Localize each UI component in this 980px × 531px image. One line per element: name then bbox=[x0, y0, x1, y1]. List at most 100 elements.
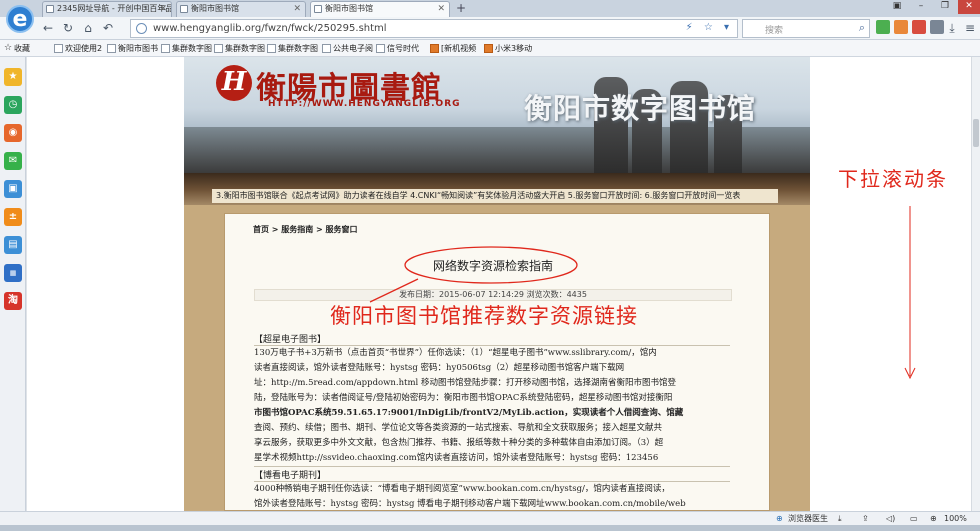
close-tab-icon[interactable]: ✕ bbox=[293, 2, 301, 16]
restore-button[interactable]: ❐ bbox=[934, 0, 956, 14]
new-tab-button[interactable]: + bbox=[452, 2, 470, 16]
taskbar bbox=[0, 525, 980, 531]
breadcrumb[interactable]: 首页 > 服务指南 > 服务窗口 bbox=[253, 224, 358, 235]
calculator-icon[interactable]: ± bbox=[4, 208, 22, 226]
browser-doctor-icon[interactable]: ⊕ bbox=[776, 513, 783, 525]
bookmark-icon bbox=[267, 44, 276, 53]
scrollbar-thumb[interactable] bbox=[973, 119, 979, 147]
page-favicon-icon bbox=[180, 5, 188, 13]
news-ticker[interactable]: 3.衡阳市图书馆联合《起点考试网》助力读者在线自学 4.CNKI“畅知阅读”有奖… bbox=[212, 189, 778, 203]
tab-title: 衡阳市图书馆 bbox=[191, 4, 239, 13]
bookmark-icon bbox=[107, 44, 116, 53]
bookmark-icon bbox=[54, 44, 63, 53]
bookmark-item[interactable]: 小米3移动 bbox=[484, 42, 532, 55]
annotation-scroll: 下拉滚动条 bbox=[838, 167, 948, 191]
screen-icon[interactable]: ▣ bbox=[4, 180, 22, 198]
close-window-button[interactable]: ✕ bbox=[958, 0, 980, 14]
minimize-button[interactable]: – bbox=[910, 0, 932, 14]
bookmark-item[interactable]: 集群数字图 bbox=[214, 42, 265, 55]
site-logo-icon[interactable]: H bbox=[216, 65, 252, 101]
vertical-scrollbar[interactable] bbox=[971, 57, 980, 511]
body-text-line: 查阅、预约、续借；图书、期刊、学位论文等各类资源的一站式搜索、导航和全文获取服务… bbox=[254, 423, 663, 433]
bookmark-item[interactable]: 欢迎使用2 bbox=[54, 42, 102, 55]
settings-icon[interactable]: ≡ bbox=[962, 20, 978, 36]
search-icon[interactable]: ⌕ bbox=[859, 21, 865, 35]
bookmark-icon bbox=[376, 44, 385, 53]
site-logo-url: HTTP://WWW.HENGYANGLIB.ORG bbox=[268, 99, 461, 109]
article-title: 网络数字资源检索指南 bbox=[432, 259, 553, 273]
volume-icon[interactable]: ◁) bbox=[886, 513, 895, 525]
video-icon bbox=[430, 44, 439, 53]
weather-icon[interactable] bbox=[894, 20, 908, 34]
history-clock-icon[interactable]: ◷ bbox=[4, 96, 22, 114]
zoom-icon[interactable]: ⊕ bbox=[930, 513, 937, 525]
address-bar[interactable]: www.hengyanglib.org/fwzn/fwck/250295.sht… bbox=[130, 19, 738, 38]
section-heading: 【超星电子图书】 bbox=[254, 335, 327, 345]
body-text-line: 4000种畅销电子期刊任你选读：“博看电子期刊阅览室”www.bookan.co… bbox=[254, 484, 670, 494]
navigation-bar: ← ↻ ⌂ ↶ www.hengyanglib.org/fwzn/fwck/25… bbox=[0, 17, 980, 40]
bookmark-item[interactable]: [新机视频 bbox=[430, 42, 476, 55]
tab-title: 2345网址导航 - 开创中国百年品 bbox=[57, 4, 172, 13]
body-text-line: 址：http://m.5read.com/appdown.html 移动图书馆登… bbox=[254, 378, 676, 388]
browser-doctor-label[interactable]: 浏览器医生 bbox=[788, 513, 828, 525]
back-icon[interactable]: ← bbox=[40, 20, 56, 36]
bookmark-icon bbox=[214, 44, 223, 53]
page-favicon-icon bbox=[314, 5, 322, 13]
bookmark-favorites[interactable]: ☆ 收藏 bbox=[4, 42, 30, 55]
page-favicon-icon bbox=[46, 5, 54, 13]
undo-icon[interactable]: ↶ bbox=[100, 20, 116, 36]
search-placeholder: 搜索 bbox=[765, 26, 784, 36]
tab-2345[interactable]: 2345网址导航 - 开创中国百年品 ✕ bbox=[42, 1, 172, 17]
mi-icon bbox=[484, 44, 493, 53]
browser-logo-icon[interactable]: e bbox=[6, 5, 34, 33]
body-text-line: 星学术视频http://ssvideo.chaoxing.com馆内读者直接访问… bbox=[254, 453, 659, 463]
window-icon[interactable]: ▭ bbox=[910, 513, 918, 525]
bookmark-item[interactable]: 公共电子阅 bbox=[322, 42, 373, 55]
close-tab-icon[interactable]: ✕ bbox=[437, 2, 445, 16]
site-banner: H 衡陽市圖書館 HTTP://WWW.HENGYANGLIB.ORG 衡阳市数… bbox=[184, 57, 810, 173]
tab-title: 衡阳市图书馆 bbox=[325, 4, 373, 13]
download-status-icon[interactable]: ⤓ bbox=[838, 513, 842, 525]
address-actions-icon[interactable]: ⚡ ☆ ▾ bbox=[686, 22, 733, 33]
section-heading: 【博看电子期刊】 bbox=[254, 471, 327, 481]
skin-icon[interactable]: ▣ bbox=[886, 0, 908, 14]
desktop-shortcut-icon[interactable]: ▦ bbox=[4, 264, 22, 282]
body-text-line: 陆，登陆账号为：读者借阅证号/登陆初始密码为：衡阳市图书馆OPAC系统登陆密码，… bbox=[254, 393, 673, 403]
download-icon[interactable]: ⤓ bbox=[944, 20, 960, 36]
taobao-icon[interactable]: 淘 bbox=[4, 292, 22, 310]
banner-title: 衡阳市数字图书馆 bbox=[524, 92, 757, 125]
favorites-star-icon[interactable]: ★ bbox=[4, 68, 22, 86]
library-site: H 衡陽市圖書館 HTTP://WWW.HENGYANGLIB.ORG 衡阳市数… bbox=[184, 57, 810, 511]
search-box[interactable]: 搜索 ⌕ bbox=[742, 19, 870, 38]
left-sidebar: ★ ◷ ◉ ✉ ▣ ± ▤ ▦ 淘 bbox=[0, 57, 26, 511]
bookmark-icon bbox=[322, 44, 331, 53]
body-text-line: 读者直接阅读，馆外读者登陆账号：hystsg 密码：hy0506tsg（2）超星… bbox=[254, 363, 625, 373]
divider bbox=[254, 466, 730, 467]
body-text-line: 市图书馆OPAC系统59.51.65.17:9001/InDigLib/fron… bbox=[254, 408, 684, 418]
bookmark-item[interactable]: 集群数字图 bbox=[267, 42, 318, 55]
notes-icon[interactable]: ▤ bbox=[4, 236, 22, 254]
tab-bar: 2345网址导航 - 开创中国百年品 ✕ 衡阳市图书馆 ✕ 衡阳市图书馆 ✕ +… bbox=[0, 0, 980, 17]
bookmark-item[interactable]: 衡阳市图书 bbox=[107, 42, 158, 55]
bookmark-item[interactable]: 信号时代 bbox=[376, 42, 419, 55]
weibo-icon[interactable]: ◉ bbox=[4, 124, 22, 142]
globe-icon bbox=[136, 23, 147, 34]
close-tab-icon[interactable]: ✕ bbox=[159, 2, 167, 16]
body-text-line: 享云服务，获取更多中外文文献，包含热门推荐、书籍、报纸等数十种分类的多种载体自由… bbox=[254, 438, 664, 448]
zoom-level[interactable]: 100% bbox=[944, 513, 967, 525]
body-text-line: 130万电子书+3万新书（点击首页“书世界”）任你选读：（1）“超星电子图书”w… bbox=[254, 348, 657, 358]
share-icon[interactable]: ⇪ bbox=[862, 513, 869, 525]
app-icon[interactable] bbox=[876, 20, 890, 34]
tab-library-2[interactable]: 衡阳市图书馆 ✕ bbox=[310, 1, 450, 17]
menu-icon[interactable] bbox=[930, 20, 944, 34]
body-text-line: 馆外读者登陆账号：hystsg 密码：hystsg 博看电子期刊移动客户端下载网… bbox=[254, 499, 686, 509]
bookmark-bar: ☆ 收藏 欢迎使用2 衡阳市图书 集群数字图 集群数字图 集群数字图 公共电子阅 … bbox=[0, 40, 980, 57]
home-icon[interactable]: ⌂ bbox=[80, 20, 96, 36]
tab-library-1[interactable]: 衡阳市图书馆 ✕ bbox=[176, 1, 306, 17]
page-viewport: H 衡陽市圖書館 HTTP://WWW.HENGYANGLIB.ORG 衡阳市数… bbox=[27, 57, 971, 511]
wechat-icon[interactable]: ✉ bbox=[4, 152, 22, 170]
refresh-icon[interactable]: ↻ bbox=[60, 20, 76, 36]
annotation-recommend: 衡阳市图书馆推荐数字资源链接 bbox=[330, 304, 638, 328]
screenshot-icon[interactable] bbox=[912, 20, 926, 34]
bookmark-item[interactable]: 集群数字图 bbox=[161, 42, 212, 55]
